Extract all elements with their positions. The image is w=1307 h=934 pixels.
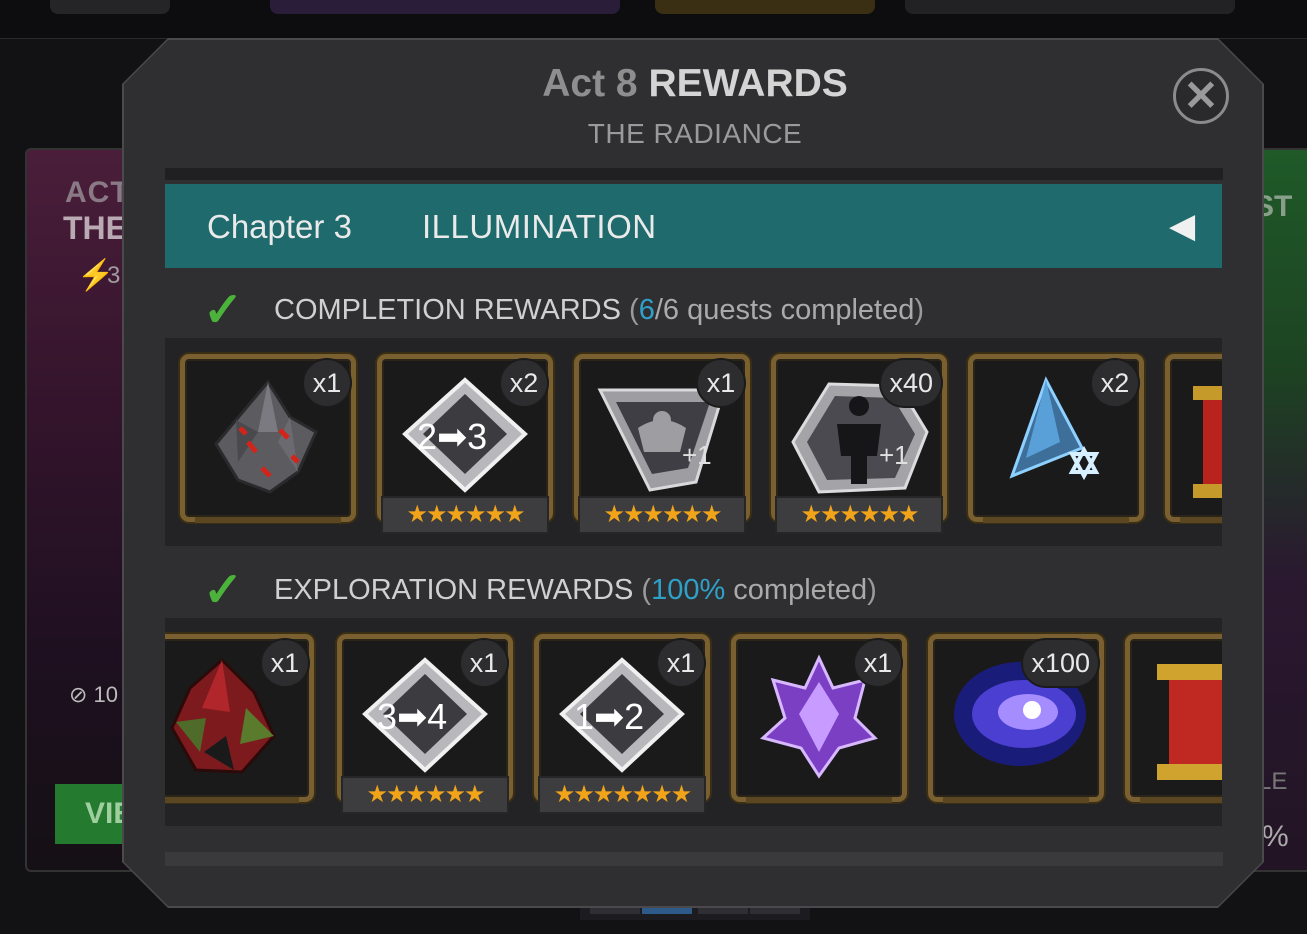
reward-item[interactable]	[1165, 354, 1222, 523]
plus-one-label: +1	[879, 440, 909, 470]
exploration-percent: 100%	[651, 574, 726, 606]
star-rating: ★★★★★★	[578, 496, 746, 534]
quantity-badge: x100	[1021, 638, 1100, 688]
star-rating: ★★★★★★★	[538, 776, 706, 814]
checkmark-icon: ✓	[203, 564, 244, 617]
exploration-suffix: completed	[733, 574, 868, 606]
close-icon[interactable]: ✕	[1173, 68, 1229, 124]
bg-bolt-count: 3	[107, 262, 121, 289]
open-paren: (	[629, 294, 639, 326]
triangle-left-icon[interactable]: ◀	[1169, 206, 1195, 246]
exploration-label: EXPLORATION REWARDS	[274, 574, 634, 606]
completion-rewards-tray[interactable]: x1 2➡3 x2 ★★★★★★ +1 x1 ★★★★★★ +1 x40 ★★★…	[165, 338, 1222, 546]
bg-act-label: ACT	[65, 176, 130, 209]
quantity-badge: x2	[1090, 358, 1140, 408]
quantity-badge: x1	[302, 358, 352, 408]
bg-right-percent: %	[1262, 820, 1289, 853]
bg-compass-value: 10	[93, 682, 119, 707]
list-bottom-shade	[165, 852, 1223, 866]
completion-total: 6 quests completed	[662, 294, 915, 326]
quantity-badge: x40	[879, 358, 943, 408]
quantity-badge: x1	[459, 638, 509, 688]
separator: /	[654, 294, 663, 326]
modal-title: Act 8 REWARDS	[0, 62, 1307, 106]
reward-item[interactable]: 2➡3 x2 ★★★★★★	[377, 354, 553, 534]
exploration-rewards-header: ✓ EXPLORATION REWARDS (100% completed)	[165, 560, 1222, 618]
reward-item[interactable]: x2	[968, 354, 1144, 523]
chapter-label: Chapter 3	[207, 208, 352, 245]
chapter-header[interactable]: Chapter 3 ILLUMINATION ◀	[165, 184, 1222, 268]
gem-rank-label: 2➡3	[417, 416, 488, 457]
reward-item[interactable]: x100	[928, 634, 1104, 803]
background-top-bar	[0, 0, 1307, 39]
gem-rank-label: 3➡4	[377, 696, 448, 737]
quantity-badge: x2	[499, 358, 549, 408]
compass-icon: ⊘ 10	[69, 682, 119, 707]
reward-item[interactable]: x1	[180, 354, 356, 523]
background-act-card: ACT THE ⚡ 3 ⊘ 10 VIE	[25, 148, 145, 872]
quantity-badge: x1	[656, 638, 706, 688]
close-paren: )	[867, 574, 877, 606]
star-rating: ★★★★★★	[775, 496, 943, 534]
scroll-icon	[1157, 664, 1222, 780]
close-paren: )	[914, 294, 925, 326]
list-top-shade	[165, 168, 1223, 180]
reward-item[interactable]: 3➡4 x1 ★★★★★★	[337, 634, 513, 814]
plus-one-label: +1	[682, 440, 712, 470]
chapter-name: ILLUMINATION	[422, 208, 657, 245]
star-rating: ★★★★★★	[341, 776, 509, 814]
completion-done-count: 6	[638, 294, 655, 326]
quantity-badge: x1	[853, 638, 903, 688]
bg-act-title: THE	[63, 210, 127, 246]
completion-rewards-header: ✓ COMPLETION REWARDS (6/6 quests complet…	[165, 280, 1222, 338]
checkmark-icon: ✓	[203, 284, 244, 337]
title-prefix: Act 8	[542, 62, 638, 105]
gem-rank-label: 1➡2	[574, 696, 645, 737]
reward-item[interactable]: +1 x40 ★★★★★★	[771, 354, 947, 534]
scroll-icon	[1193, 386, 1222, 498]
star-rating: ★★★★★★	[381, 496, 549, 534]
reward-item[interactable]	[1125, 634, 1222, 803]
title-main: REWARDS	[648, 62, 848, 105]
completion-label: COMPLETION REWARDS	[274, 294, 621, 326]
exploration-rewards-tray[interactable]: x1 3➡4 x1 ★★★★★★ 1➡2 x1 ★★★★★★★ x1 x100	[165, 618, 1222, 826]
reward-item[interactable]: x1	[165, 634, 314, 803]
reward-item[interactable]: x1	[731, 634, 907, 803]
open-paren: (	[641, 574, 652, 606]
modal-subtitle: THE RADIANCE	[587, 118, 803, 149]
reward-item[interactable]: +1 x1 ★★★★★★	[574, 354, 750, 534]
quantity-badge: x1	[260, 638, 310, 688]
reward-item[interactable]: 1➡2 x1 ★★★★★★★	[534, 634, 710, 814]
quantity-badge: x1	[696, 358, 746, 408]
